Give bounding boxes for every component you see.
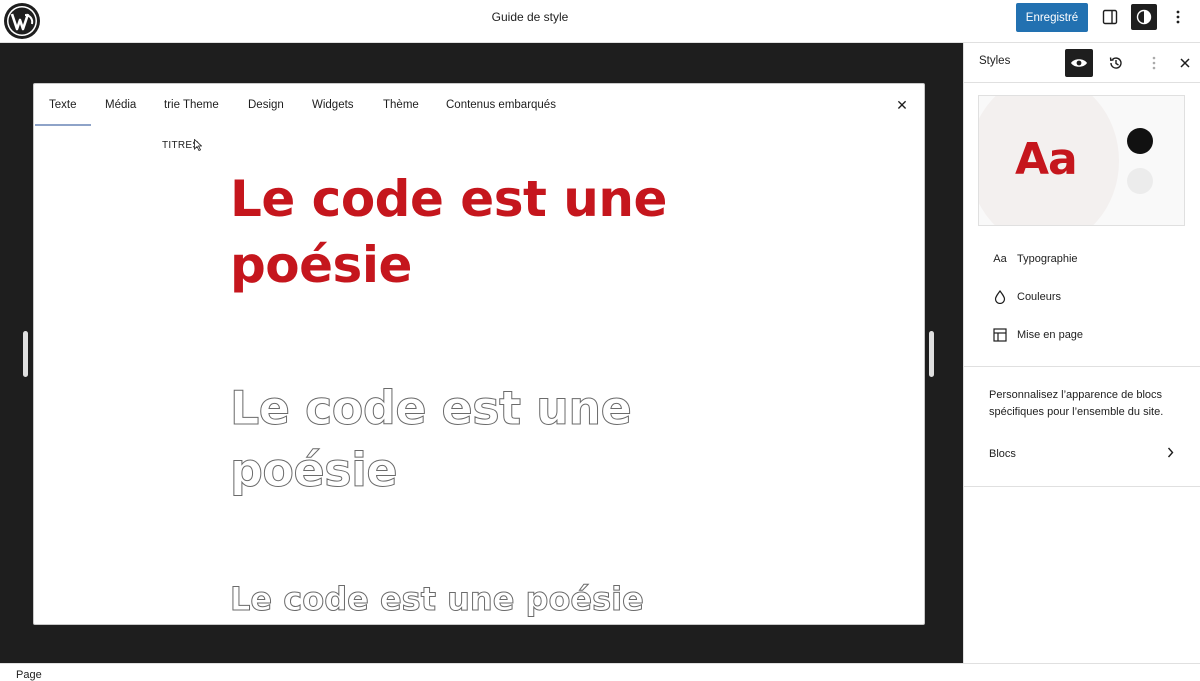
revisions-history-icon[interactable] (1102, 49, 1130, 77)
more-vertical-icon[interactable] (1165, 4, 1191, 30)
preview-color-swatch-secondary (1127, 168, 1153, 194)
close-icon[interactable] (1171, 49, 1199, 77)
tab-trie-theme[interactable]: trie Theme (164, 84, 219, 126)
resize-handle-right[interactable] (929, 331, 934, 377)
preview-typography-sample: Aa (1015, 134, 1078, 185)
blocks-description: Personnalisez l’apparence de blocs spéci… (989, 389, 1164, 418)
sidebar-title: Styles (979, 55, 1011, 67)
sidebar-item-couleurs[interactable]: Couleurs (991, 285, 1181, 309)
layout-icon (991, 326, 1009, 344)
breadcrumb[interactable]: Page (16, 669, 42, 681)
tab-texte[interactable]: Texte (35, 84, 90, 126)
tab-contenus-embarques[interactable]: Contenus embarqués (446, 84, 556, 126)
close-icon[interactable]: ✕ (894, 97, 910, 113)
document-title[interactable]: Guide de style (0, 0, 1060, 34)
editor-canvas: Texte Média trie Theme Design Widgets Th… (0, 43, 963, 663)
resize-handle-left[interactable] (23, 331, 28, 377)
sidebar-toggle-icon[interactable] (1097, 4, 1123, 30)
tab-media[interactable]: Média (105, 84, 136, 126)
more-vertical-icon[interactable] (1140, 49, 1168, 77)
tab-widgets[interactable]: Widgets (312, 84, 354, 126)
mouse-cursor-icon (194, 139, 202, 151)
tab-design[interactable]: Design (248, 84, 284, 126)
sidebar-item-mise-en-page[interactable]: Mise en page (991, 323, 1181, 347)
style-book-eye-icon[interactable] (1065, 49, 1093, 77)
sidebar-item-typographie[interactable]: Aa Typographie (991, 247, 1181, 271)
sidebar-header: Styles (964, 43, 1200, 83)
styles-icon[interactable] (1131, 4, 1157, 30)
heading-example-outline: Le code est une poésie (230, 381, 633, 498)
save-button[interactable]: Enregistré (1016, 3, 1088, 32)
editor-footer: Page (0, 663, 1200, 681)
tab-theme[interactable]: Thème (383, 84, 419, 126)
color-drop-icon (991, 288, 1009, 306)
typography-icon: Aa (993, 253, 1007, 265)
style-book: Texte Média trie Theme Design Widgets Th… (33, 83, 925, 625)
sidebar-item-label: Blocs (989, 448, 1016, 460)
style-book-tabs: Texte Média trie Theme Design Widgets Th… (34, 84, 924, 126)
heading-example-filled: Le code est une poésie (230, 170, 667, 294)
sidebar-item-label: Couleurs (1017, 291, 1062, 303)
sidebar-item-label: Typographie (1017, 253, 1078, 265)
editor-header: Guide de style Enregistré (0, 0, 1200, 43)
styles-sidebar: Styles Aa Aa Typographie Couleurs Mise e… (963, 43, 1200, 663)
preview-color-swatch-primary (1127, 128, 1153, 154)
divider (964, 366, 1200, 367)
sidebar-item-label: Mise en page (1017, 329, 1084, 341)
heading-example-outline-small: Le code est une poésie (230, 580, 645, 619)
chevron-right-icon (1167, 447, 1174, 461)
sidebar-item-blocs[interactable]: Blocs (989, 444, 1174, 464)
divider (964, 486, 1200, 487)
style-preview[interactable]: Aa (978, 95, 1185, 226)
